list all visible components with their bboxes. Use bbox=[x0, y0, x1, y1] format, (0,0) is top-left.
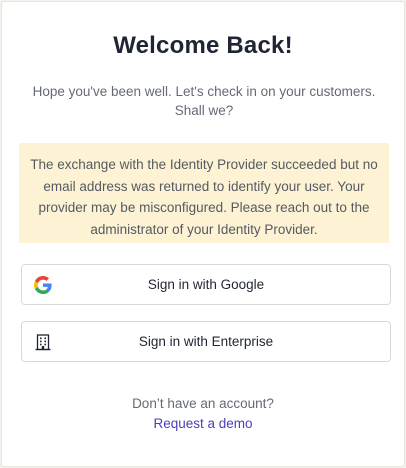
request-demo-link[interactable]: Request a demo bbox=[2, 416, 404, 431]
page-subtitle: Hope you've been well. Let's check in on… bbox=[32, 84, 376, 118]
error-alert: The exchange with the Identity Provider … bbox=[19, 143, 389, 243]
sign-in-google-button[interactable]: Sign in with Google bbox=[21, 264, 391, 305]
page-title: Welcome Back! bbox=[113, 32, 293, 59]
sign-in-google-label: Sign in with Google bbox=[147, 277, 265, 292]
sign-in-enterprise-button[interactable]: Sign in with Enterprise bbox=[21, 321, 391, 362]
login-card: Welcome Back! Hope you've been well. Let… bbox=[1, 1, 405, 467]
sign-in-enterprise-label: Sign in with Enterprise bbox=[138, 334, 274, 349]
no-account-text: Don’t have an account? bbox=[132, 396, 274, 411]
